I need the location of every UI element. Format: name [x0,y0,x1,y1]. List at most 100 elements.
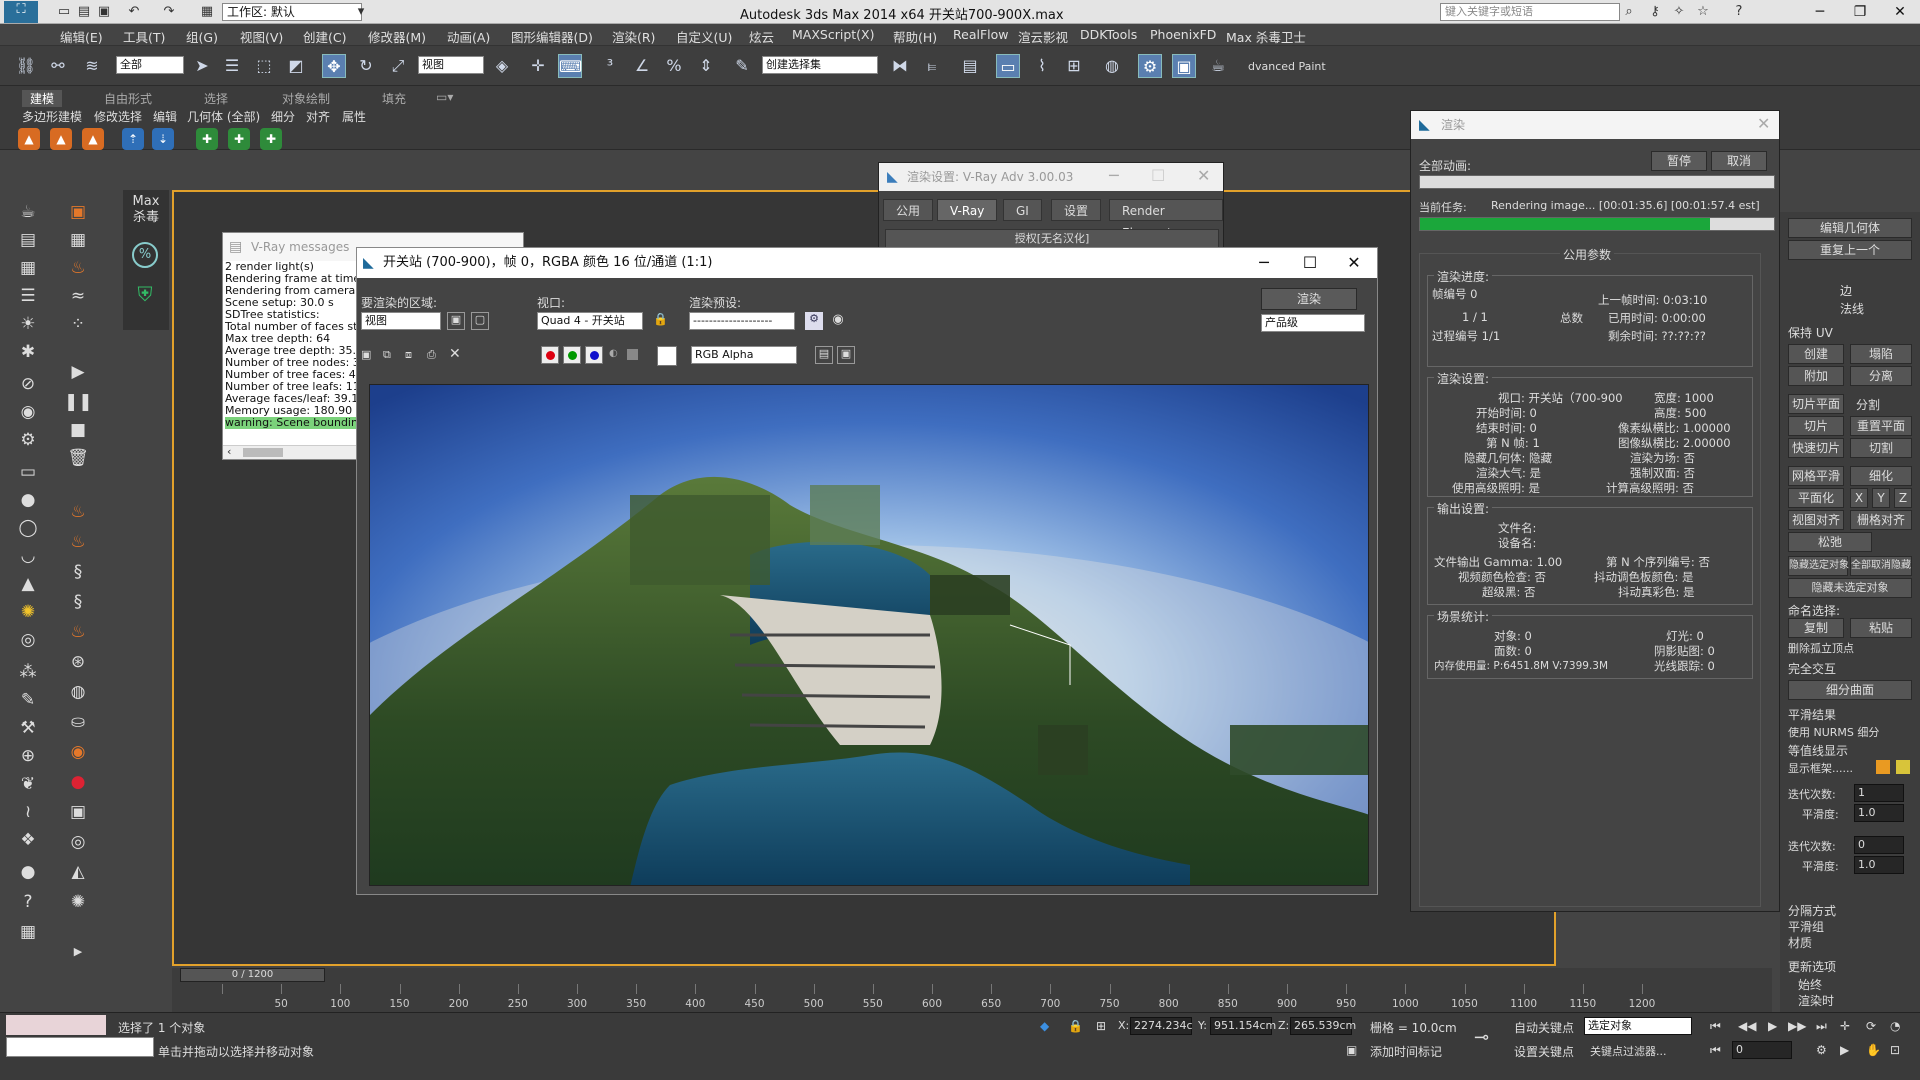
communication-icon[interactable]: ✧ [1670,3,1688,21]
red-channel-toggle[interactable] [541,346,559,364]
menu-group[interactable]: 组(G) [186,27,218,46]
current-frame-input[interactable]: 0 [1732,1041,1792,1059]
select-rotate-icon[interactable]: ↻ [354,54,378,78]
spinner-snap-icon[interactable]: ⇕ [694,54,718,78]
copy-image-icon[interactable]: ⧉ [383,348,399,364]
normal-radio[interactable]: 法线 [1840,300,1864,317]
menu-graph-editors[interactable]: 图形编辑器(D) [511,27,593,46]
delete-isolated-vertices-checkbox[interactable]: 删除孤立顶点 [1788,640,1854,656]
link-icon[interactable]: ⛓ [14,54,38,78]
key-filters-button[interactable]: 关键点过滤器... [1590,1043,1667,1059]
add-time-tag-label[interactable]: 添加时间标记 [1370,1043,1442,1060]
scroll-left-icon[interactable]: ‹ [227,445,231,458]
isoline-display-checkbox[interactable]: 等值线显示 [1788,742,1848,759]
restore-button[interactable]: ❐ [1840,2,1880,22]
isolate-toggle-icon[interactable]: ◆ [1040,1019,1049,1033]
render-smoothness-input[interactable]: 1.0 [1854,856,1904,874]
cube-icon[interactable]: ▣ [64,800,92,824]
y-coordinate-input[interactable]: 951.154cm [1210,1017,1276,1035]
license-rollout[interactable]: 授权[无名汉化] [885,229,1219,249]
select-move-icon[interactable]: ✥ [322,54,346,78]
grid-icon[interactable]: ▦ [64,228,92,252]
search-icon[interactable]: ⌕ [1620,3,1638,21]
fire-icon-1[interactable]: ♨ [64,500,92,524]
save-icon[interactable]: ▣ [95,3,113,21]
menu-help[interactable]: 帮助(H) [893,27,937,46]
close-button[interactable]: ✕ [1880,2,1920,22]
graphite-ribbon-icon[interactable]: ▭ [996,54,1020,78]
time-config-icon[interactable]: ⚙ [1816,1043,1827,1057]
menu-phoenixfd[interactable]: PhoenixFD [1150,27,1216,42]
subdivision-surface-rollout[interactable]: 细分曲面 [1788,680,1912,700]
favorites-icon[interactable]: ☆ [1694,3,1712,21]
xuanyun-submit-icon[interactable]: ▲ [50,128,72,150]
blue-channel-toggle[interactable] [585,346,603,364]
triangle-tool-icon[interactable]: ◭ [64,860,92,884]
light-icon[interactable]: ☀ [14,312,42,336]
fire-icon-2[interactable]: ♨ [64,530,92,554]
ball-icon[interactable]: ● [14,860,42,884]
keyboard-shortcut-toggle-icon[interactable]: ⌨ [558,54,582,78]
play-animation-icon[interactable]: ▶ [1768,1019,1777,1033]
render-frame-icon[interactable]: ▭ [14,460,42,484]
z-coordinate-input[interactable]: 265.539cm [1290,1017,1356,1035]
tab-settings[interactable]: 设置 [1051,199,1102,221]
iterations-input[interactable]: 1 [1854,784,1904,802]
xuanyun-render-icon[interactable]: ▲ [18,128,40,150]
trash-icon[interactable]: 🗑 [64,446,92,470]
show-cage-checkbox[interactable]: 显示框架...... [1788,760,1853,776]
menu-tools[interactable]: 工具(T) [123,27,165,46]
absolute-relative-icon[interactable]: ⊞ [1096,1019,1106,1033]
torus-icon[interactable]: ◎ [14,628,42,652]
green-channel-toggle[interactable] [563,346,581,364]
render-preset-select[interactable]: -------------------- [689,312,795,330]
slice-plane-button[interactable]: 切片平面 [1788,394,1844,414]
select-by-name-icon[interactable]: ☰ [220,54,244,78]
menu-xuanyun-film[interactable]: 渲云影视 [1018,27,1068,46]
menu-xuanyun[interactable]: 炫云 [749,27,774,46]
percent-snap-icon[interactable]: % [662,54,686,78]
advanced-paint-label[interactable]: dvanced Paint [1248,60,1326,73]
tab-gi[interactable]: GI [1003,199,1042,221]
cut-button[interactable]: 切割 [1850,438,1912,458]
ribbon-align[interactable]: 对齐 [306,108,330,125]
toggle-ui-overlay-icon[interactable]: ▤ [815,346,833,364]
ribbon-options-icon[interactable]: ▭▾ [436,90,453,104]
cage-color-swatch-2[interactable] [1896,760,1910,774]
schematic-view-icon[interactable]: ⊞ [1062,54,1086,78]
split-checkbox[interactable]: 分割 [1856,396,1880,413]
align-icon[interactable]: ⫢ [920,54,944,78]
menu-maxscript[interactable]: MAXScript(X) [792,27,874,42]
menu-create[interactable]: 创建(C) [303,27,346,46]
pause-icon[interactable]: ❚❚ [64,390,93,414]
menu-edit[interactable]: 编辑(E) [60,27,103,46]
wave-icon[interactable]: ≈ [64,284,92,308]
quickslice-button[interactable]: 快速切片 [1788,438,1844,458]
slice-button[interactable]: 切片 [1788,416,1844,436]
paste-button[interactable]: 粘贴 [1850,618,1912,638]
view-align-button[interactable]: 视图对齐 [1788,510,1844,530]
xuanyun-check-icon[interactable]: ▲ [82,128,104,150]
vortex-icon[interactable]: ⊛ [64,650,92,674]
calculator-icon[interactable]: ▦ [14,920,42,944]
sphere-icon[interactable]: ● [14,488,42,512]
detach-button[interactable]: 分离 [1850,366,1912,386]
always-radio[interactable]: 始终 [1798,976,1822,993]
copy-button[interactable]: 复制 [1788,618,1844,638]
meshsmooth-button[interactable]: 网格平滑 [1788,466,1844,486]
edit-named-selection-icon[interactable]: ✎ [730,54,754,78]
edit-region-icon[interactable]: ▣ [447,312,465,330]
splash-icon[interactable]: ✺ [64,890,92,914]
planarize-button[interactable]: 平面化 [1788,488,1844,508]
ring-icon[interactable]: ◎ [64,830,92,854]
scene-explorer-icon[interactable]: ▦ [14,256,42,280]
fire-icon-3[interactable]: ♨ [64,620,92,644]
curve-editor-icon[interactable]: ⌇ [1030,54,1054,78]
rect-selection-icon[interactable]: ⬚ [252,54,276,78]
x-coordinate-input[interactable]: 2274.234c [1130,1017,1193,1035]
materials-checkbox[interactable]: 材质 [1788,934,1812,951]
relax-button[interactable]: 松弛 [1788,532,1872,552]
helper-icon[interactable]: ⊘ [14,372,42,396]
attach-button[interactable]: 附加 [1788,366,1844,386]
auto-region-icon[interactable]: ▢ [471,312,489,330]
